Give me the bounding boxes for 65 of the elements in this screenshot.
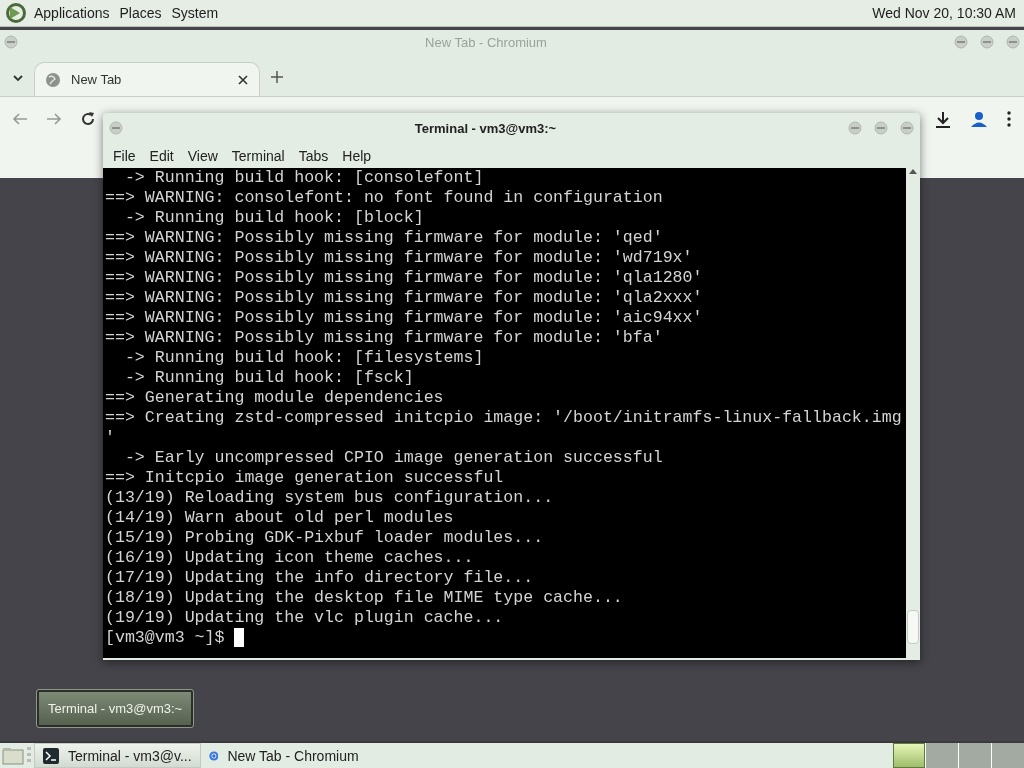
panel-menu[interactable]: Applications bbox=[32, 5, 112, 21]
menu-item[interactable]: File bbox=[106, 147, 143, 164]
clock[interactable]: Wed Nov 20, 10:30 AM bbox=[872, 5, 1016, 21]
terminal-line: (17/19) Updating the info directory file... bbox=[105, 568, 535, 588]
terminal-line: -> Running build hook: [block] bbox=[123, 208, 425, 228]
terminal-line: -> Running build hook: [consolefont] bbox=[123, 168, 485, 188]
download-icon[interactable] bbox=[934, 111, 952, 129]
menu-item[interactable]: View bbox=[180, 147, 225, 164]
terminal-output[interactable] bbox=[103, 168, 906, 658]
terminal-line: (15/19) Probing GDK-Pixbuf loader modules... bbox=[105, 528, 545, 548]
menu-icon[interactable] bbox=[1006, 111, 1012, 127]
terminal-line: ==> Creating zstd-compressed initcpio image: '/boot/initramfs-linux-fallback.img bbox=[105, 408, 903, 428]
terminal-line: ' bbox=[105, 428, 116, 448]
shell-prompt: [vm3@vm3 ~]$ bbox=[105, 628, 226, 647]
window-control-button[interactable] bbox=[900, 121, 914, 135]
panel-menu[interactable]: System bbox=[169, 5, 221, 21]
window-control-button[interactable] bbox=[874, 121, 888, 135]
forward-icon[interactable] bbox=[46, 111, 62, 127]
browser-tab[interactable]: New Tab bbox=[34, 62, 260, 96]
terminal-line: (14/19) Warn about old perl modules bbox=[105, 508, 455, 528]
profile-icon[interactable] bbox=[970, 111, 988, 129]
menu-item[interactable]: Edit bbox=[142, 147, 181, 164]
scroll-thumb[interactable] bbox=[907, 610, 919, 644]
new-tab-icon[interactable] bbox=[270, 70, 284, 84]
text-cursor bbox=[234, 628, 245, 647]
tooltip: Terminal - vm3@vm3:~ bbox=[37, 690, 194, 727]
terminal-line: -> Early uncompressed CPIO image generation successful bbox=[123, 448, 664, 468]
scrollbar[interactable] bbox=[906, 168, 920, 658]
terminal-line: ==> WARNING: Possibly missing firmware for module: 'bfa' bbox=[105, 328, 664, 348]
menu-item[interactable]: Tabs bbox=[291, 147, 336, 164]
terminal-line: (16/19) Updating icon theme caches... bbox=[105, 548, 475, 568]
panel-menu[interactable]: Places bbox=[117, 5, 164, 21]
terminal-line: (18/19) Updating the desktop file MIME type cache... bbox=[105, 588, 624, 608]
window-control-button[interactable] bbox=[980, 35, 994, 49]
chevron-down-icon[interactable] bbox=[12, 72, 24, 84]
scroll-up-icon[interactable] bbox=[908, 168, 918, 175]
terminal-line: ==> WARNING: Possibly missing firmware for module: 'wd719x' bbox=[105, 248, 694, 268]
window-control-button[interactable] bbox=[4, 35, 18, 49]
terminal-line: (13/19) Reloading system bus configuration... bbox=[105, 488, 555, 508]
terminal-line: ==> Initcpio image generation successful bbox=[105, 468, 505, 488]
reload-icon[interactable] bbox=[80, 111, 96, 127]
window-control-button[interactable] bbox=[954, 35, 968, 49]
window-control-button[interactable] bbox=[109, 121, 123, 135]
terminal-line: ==> WARNING: Possibly missing firmware for module: 'qed' bbox=[105, 228, 664, 248]
workspace-button[interactable] bbox=[893, 743, 925, 768]
terminal-line: -> Running build hook: [fsck] bbox=[123, 368, 415, 388]
back-icon[interactable] bbox=[12, 111, 28, 127]
terminal-line: ==> WARNING: Possibly missing firmware for module: 'qla2xxx' bbox=[105, 288, 704, 308]
taskbar-button[interactable]: New Tab - Chromium bbox=[200, 743, 367, 768]
terminal-line: ==> WARNING: Possibly missing firmware for module: 'qla1280' bbox=[105, 268, 704, 288]
window-title: New Tab - Chromium bbox=[424, 34, 548, 50]
close-icon[interactable] bbox=[237, 73, 249, 86]
terminal-line: -> Running build hook: [filesystems] bbox=[123, 348, 485, 368]
window-control-button[interactable] bbox=[848, 121, 862, 135]
terminal-line: ==> Generating module dependencies bbox=[105, 388, 445, 408]
terminal-line: ==> WARNING: consolefont: no font found in configuration bbox=[105, 188, 664, 208]
menu-item[interactable]: Help bbox=[335, 147, 379, 164]
terminal-icon bbox=[43, 747, 59, 764]
taskbar-button[interactable]: Terminal - vm3@v... bbox=[34, 743, 201, 768]
window-title: Terminal - vm3@vm3:~ bbox=[413, 120, 558, 136]
menu-item[interactable]: Terminal bbox=[224, 147, 292, 164]
terminal-line: ==> WARNING: Possibly missing firmware for module: 'aic94xx' bbox=[105, 308, 704, 328]
window-control-button[interactable] bbox=[1006, 35, 1020, 49]
terminal-line: (19/19) Updating the vlc plugin cache... bbox=[105, 608, 505, 628]
distro-logo-icon[interactable] bbox=[6, 3, 26, 23]
